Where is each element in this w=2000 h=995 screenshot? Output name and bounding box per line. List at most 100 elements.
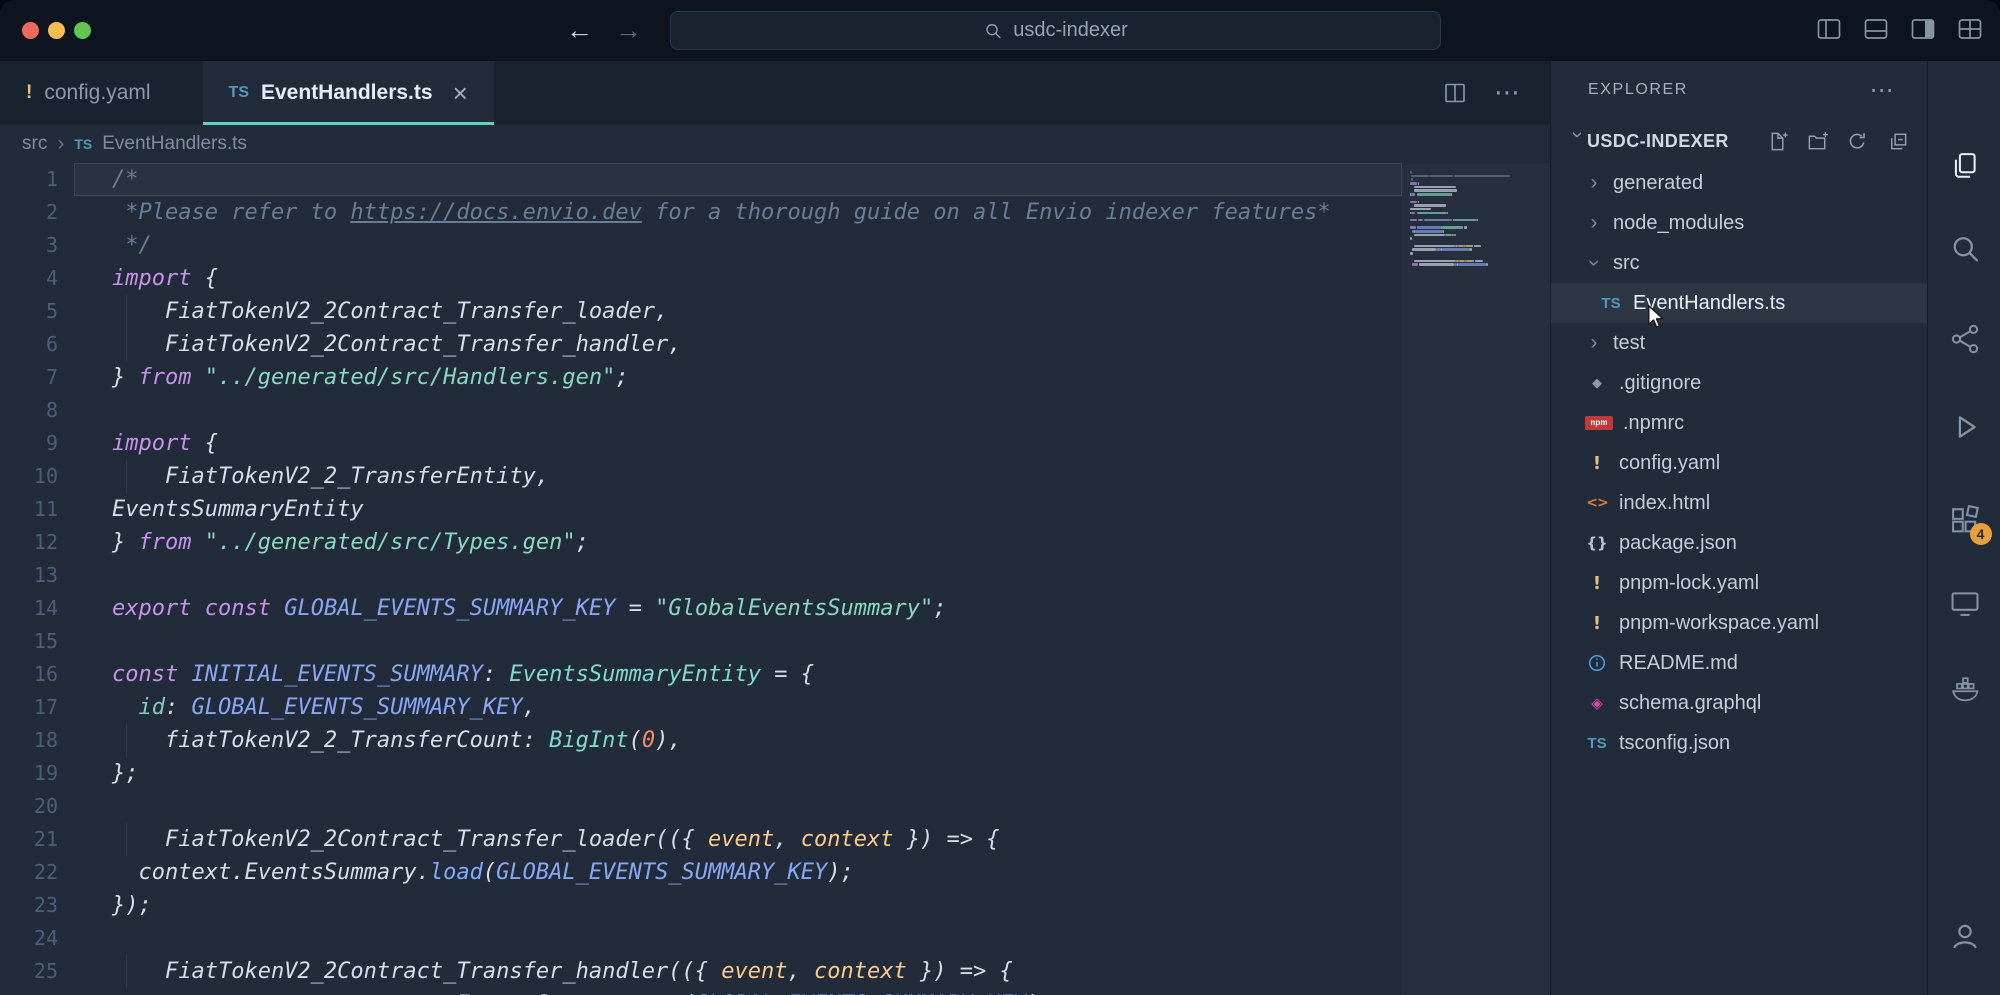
code-line[interactable]: 23}); xyxy=(0,889,1550,922)
code-line[interactable]: 17 id: GLOBAL_EVENTS_SUMMARY_KEY, xyxy=(0,691,1550,724)
code-line[interactable]: 8 xyxy=(0,394,1550,427)
code-line[interactable]: 6 FiatTokenV2_2Contract_Transfer_handler… xyxy=(0,328,1550,361)
tab-EventHandlers.ts[interactable]: TSEventHandlers.ts× xyxy=(203,61,494,125)
tree-item-tsconfig.json[interactable]: TStsconfig.json xyxy=(1551,723,1927,763)
code-line[interactable]: 10 FiatTokenV2_2_TransferEntity, xyxy=(0,460,1550,493)
files-activity-icon[interactable] xyxy=(1948,149,1982,183)
remote-activity-icon[interactable] xyxy=(1948,586,1982,620)
split-editor-icon[interactable] xyxy=(1442,80,1468,106)
code-line[interactable]: 26 const summary = context.EventsSummary… xyxy=(0,988,1550,995)
code-token xyxy=(191,596,204,621)
code-line[interactable]: 24 xyxy=(0,922,1550,955)
docker-activity-icon[interactable] xyxy=(1948,672,1982,706)
explorer-more-icon[interactable]: ⋯ xyxy=(1869,78,1895,102)
code-line[interactable]: 25 FiatTokenV2_2Contract_Transfer_handle… xyxy=(0,955,1550,988)
customize-layout-icon[interactable] xyxy=(1956,15,1984,43)
line-number: 22 xyxy=(0,856,74,889)
tree-item-generated[interactable]: ›generated xyxy=(1551,163,1927,203)
code-line[interactable]: 5 FiatTokenV2_2Contract_Transfer_loader, xyxy=(0,295,1550,328)
minimap[interactable] xyxy=(1402,163,1550,995)
code-token: "../generated/src/Types.gen" xyxy=(205,530,576,555)
command-center-search[interactable]: usdc-indexer xyxy=(670,11,1441,50)
code-line[interactable]: 3 */ xyxy=(0,229,1550,262)
tree-item-.gitignore[interactable]: ◆.gitignore xyxy=(1551,363,1927,403)
code-line[interactable]: 15 xyxy=(0,625,1550,658)
search-activity-icon[interactable] xyxy=(1948,232,1982,266)
code-text: fiatTokenV2_2_TransferCount: BigInt(0), xyxy=(74,724,1402,757)
code-line[interactable]: 16const INITIAL_EVENTS_SUMMARY: EventsSu… xyxy=(0,658,1550,691)
tree-item-pnpm-lock.yaml[interactable]: !pnpm-lock.yaml xyxy=(1551,563,1927,603)
code-text: id: GLOBAL_EVENTS_SUMMARY_KEY, xyxy=(74,691,1402,724)
code-line[interactable]: 20 xyxy=(0,790,1550,823)
code-line[interactable]: 14export const GLOBAL_EVENTS_SUMMARY_KEY… xyxy=(0,592,1550,625)
new-file-icon[interactable] xyxy=(1766,130,1789,153)
forward-arrow-icon[interactable]: → xyxy=(615,15,642,46)
account-activity-icon[interactable] xyxy=(1948,919,1982,953)
code-text: }; xyxy=(74,757,1402,790)
code-line[interactable]: 18 fiatTokenV2_2_TransferCount: BigInt(0… xyxy=(0,724,1550,757)
network-activity-icon[interactable] xyxy=(1948,322,1982,356)
history-nav: ← → xyxy=(566,0,642,61)
project-section-header[interactable]: › USDC-INDEXER xyxy=(1551,119,1927,163)
code-line[interactable]: 21 FiatTokenV2_2Contract_Transfer_loader… xyxy=(0,823,1550,856)
code-line[interactable]: 1/* xyxy=(0,163,1550,196)
breadcrumb-item[interactable]: EventHandlers.ts xyxy=(102,133,247,155)
code-token: "GlobalEventsSummary" xyxy=(655,596,933,621)
minimap-line xyxy=(1410,245,1546,248)
line-number: 23 xyxy=(0,889,74,922)
tree-item-schema.graphql[interactable]: ◈schema.graphql xyxy=(1551,683,1927,723)
zoom-window-button[interactable] xyxy=(74,22,91,39)
editor-more-actions-icon[interactable]: ⋯ xyxy=(1494,80,1520,106)
toggle-left-sidebar-icon[interactable] xyxy=(1815,15,1843,43)
traffic-lights xyxy=(22,22,91,39)
code-line[interactable]: 4import { xyxy=(0,262,1550,295)
code-editor[interactable]: 1/*2 *Please refer to https://docs.envio… xyxy=(0,163,1550,995)
vscode-window: ← → usdc-indexer !config.yamlTSEventHand… xyxy=(0,0,2000,995)
code-text: */ xyxy=(74,229,1402,262)
run-activity-icon[interactable] xyxy=(1948,410,1982,444)
code-line[interactable]: 22 context.EventsSummary.load(GLOBAL_EVE… xyxy=(0,856,1550,889)
code-line[interactable]: 9import { xyxy=(0,427,1550,460)
close-window-button[interactable] xyxy=(22,22,39,39)
toggle-right-sidebar-icon[interactable] xyxy=(1909,15,1937,43)
back-arrow-icon[interactable]: ← xyxy=(566,15,593,46)
code-line[interactable]: 11EventsSummaryEntity xyxy=(0,493,1550,526)
tree-item-src[interactable]: ›src xyxy=(1551,243,1927,283)
code-token: import xyxy=(112,266,191,291)
collapse-folders-icon[interactable] xyxy=(1886,130,1909,153)
tree-item-EventHandlers.ts[interactable]: TSEventHandlers.ts xyxy=(1551,283,1927,323)
code-line[interactable]: 7} from "../generated/src/Handlers.gen"; xyxy=(0,361,1550,394)
extensions-activity-icon[interactable]: 4 xyxy=(1948,503,1982,537)
close-tab-icon[interactable]: × xyxy=(453,78,468,109)
line-number: 13 xyxy=(0,559,74,592)
refresh-explorer-icon[interactable] xyxy=(1846,130,1869,153)
code-token xyxy=(112,695,139,720)
code-line[interactable]: 13 xyxy=(0,559,1550,592)
minimize-window-button[interactable] xyxy=(48,22,65,39)
new-folder-icon[interactable] xyxy=(1806,130,1829,153)
tree-item-.npmrc[interactable]: npm.npmrc xyxy=(1551,403,1927,443)
line-number: 20 xyxy=(0,790,74,823)
tree-item-test[interactable]: ›test xyxy=(1551,323,1927,363)
tab-config.yaml[interactable]: !config.yaml xyxy=(0,61,177,125)
code-text: FiatTokenV2_2Contract_Transfer_loader(({… xyxy=(74,823,1402,856)
code-lines: 1/*2 *Please refer to https://docs.envio… xyxy=(0,163,1550,995)
code-text: FiatTokenV2_2Contract_Transfer_handler((… xyxy=(74,955,1402,988)
tree-item-index.html[interactable]: <>index.html xyxy=(1551,483,1927,523)
tree-item-config.yaml[interactable]: !config.yaml xyxy=(1551,443,1927,483)
minimap-line xyxy=(1410,178,1546,181)
search-icon xyxy=(983,21,1003,41)
git-icon: ◆ xyxy=(1585,376,1609,391)
code-line[interactable]: 19}; xyxy=(0,757,1550,790)
activity-bar: 4 xyxy=(1927,61,2000,995)
ts-icon: TS xyxy=(74,136,92,152)
tree-item-package.json[interactable]: {}package.json xyxy=(1551,523,1927,563)
code-line[interactable]: 2 *Please refer to https://docs.envio.de… xyxy=(0,196,1550,229)
tree-item-node_modules[interactable]: ›node_modules xyxy=(1551,203,1927,243)
tree-item-pnpm-workspace.yaml[interactable]: !pnpm-workspace.yaml xyxy=(1551,603,1927,643)
code-line[interactable]: 12} from "../generated/src/Types.gen"; xyxy=(0,526,1550,559)
toggle-panel-icon[interactable] xyxy=(1862,15,1890,43)
code-text xyxy=(74,922,1402,955)
breadcrumb-item[interactable]: src xyxy=(22,133,47,155)
tree-item-README.md[interactable]: README.md xyxy=(1551,643,1927,683)
